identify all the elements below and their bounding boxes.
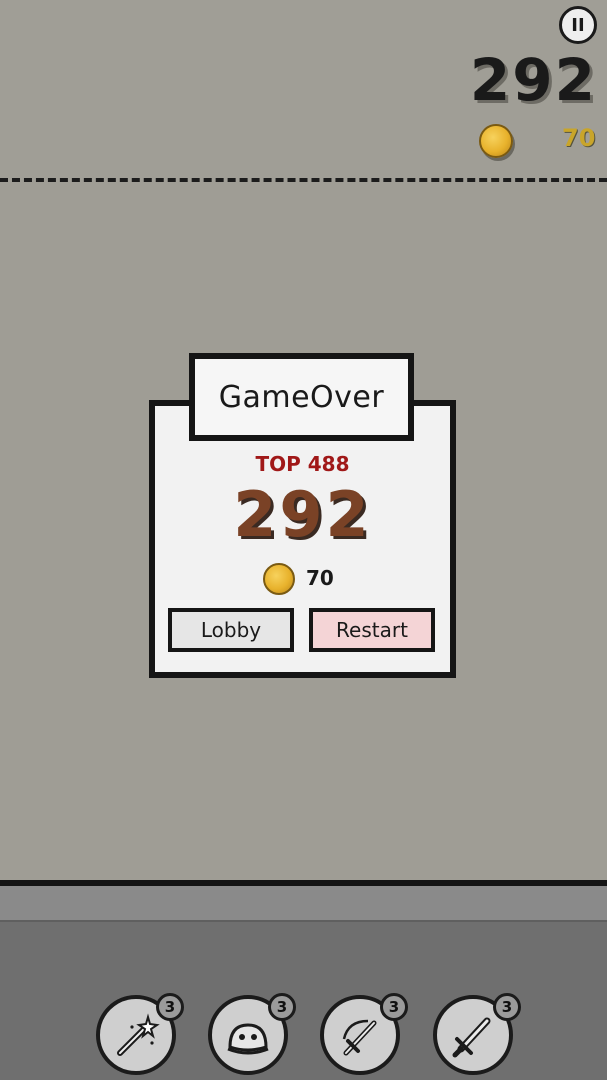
item-count-badge: 3 [493, 993, 521, 1021]
danger-line [0, 178, 607, 182]
final-score: 292 [233, 478, 372, 551]
lobby-button[interactable]: Lobby [168, 608, 294, 652]
item-slot-magic-wand[interactable]: 3 [96, 993, 184, 1075]
item-slot-swing-sword[interactable]: 3 [320, 993, 408, 1075]
item-count-badge: 3 [156, 993, 184, 1021]
swing-sword-icon [342, 1019, 377, 1056]
result-coin-count: 70 [306, 566, 334, 590]
item-count-badge: 3 [380, 993, 408, 1021]
hud-score: 292 [469, 46, 597, 114]
item-slot-sword[interactable]: 3 [433, 993, 521, 1075]
dialog-title: GameOver [218, 379, 385, 415]
dialog-title-box: GameOver [189, 353, 414, 441]
coin-icon [263, 563, 295, 595]
item-slot-slime[interactable]: 3 [208, 993, 296, 1075]
hud-coin-count: 70 [562, 124, 596, 152]
magic-wand-icon [117, 1013, 160, 1056]
top-rank-label: TOP 488 [255, 452, 350, 476]
item-count-badge: 3 [268, 993, 296, 1021]
pause-button[interactable]: II [559, 6, 597, 44]
restart-button[interactable]: Restart [309, 608, 435, 652]
sword-icon [452, 1017, 491, 1058]
floor-top [0, 886, 607, 922]
game-screen: II 292 70 GameOver TOP 488 292 70 Lobby … [0, 0, 607, 1080]
slime-icon [227, 1023, 269, 1055]
coin-icon [479, 124, 513, 158]
